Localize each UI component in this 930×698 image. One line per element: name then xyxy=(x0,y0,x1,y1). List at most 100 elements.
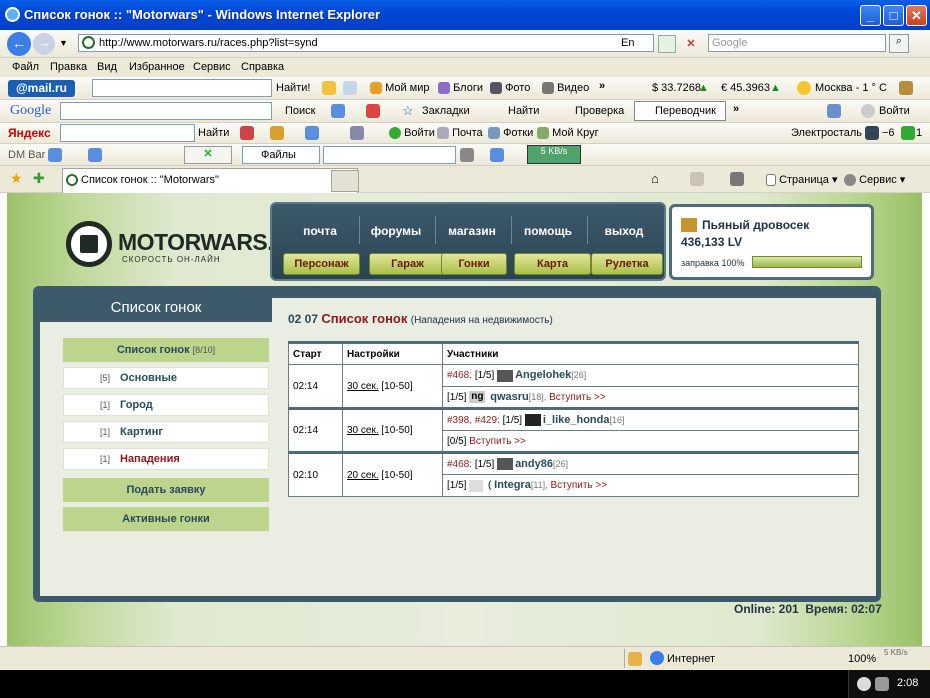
dm-select[interactable] xyxy=(323,146,456,164)
race-settings-link[interactable]: 20 сек. xyxy=(347,470,379,481)
nav-roulette-button[interactable]: Рулетка xyxy=(591,253,663,275)
translator-button[interactable]: Переводчик xyxy=(634,101,726,121)
user-name[interactable]: Пьяный дровосек xyxy=(702,218,809,232)
join-race-link[interactable]: Вступить >> xyxy=(549,392,606,403)
nav-exit[interactable]: выход xyxy=(589,224,659,238)
tools-menu[interactable]: Сервис ▾ xyxy=(844,173,905,187)
menu-tools[interactable]: Сервис xyxy=(193,61,231,73)
nav-character-button[interactable]: Персонаж xyxy=(283,253,360,275)
mailru-find-button[interactable]: Найти! xyxy=(276,82,310,94)
mailru-video[interactable]: Видео xyxy=(542,82,589,95)
race-settings-link[interactable]: 30 сек. xyxy=(347,381,379,392)
tray-icon[interactable] xyxy=(875,677,889,691)
maximize-button[interactable]: □ xyxy=(883,5,904,26)
mailru-blogs[interactable]: Блоги xyxy=(438,82,483,95)
tab-current[interactable]: Список гонок :: "Motorwars" xyxy=(62,168,358,193)
dm-cancel-icon[interactable]: ✕ xyxy=(184,146,232,164)
more-icon[interactable]: » xyxy=(599,80,605,92)
block-icon[interactable] xyxy=(366,104,380,118)
google-find[interactable]: Найти xyxy=(508,105,539,117)
zoom-control[interactable]: 100% xyxy=(848,653,876,665)
spellcheck-icon[interactable] xyxy=(350,126,364,140)
menu-favorites[interactable]: Избранное xyxy=(129,61,185,73)
yandex-mail[interactable]: Почта xyxy=(437,127,483,140)
new-tab-button[interactable] xyxy=(331,170,359,192)
active-races-button[interactable]: Активные гонки xyxy=(63,507,269,531)
nav-map-button[interactable]: Карта xyxy=(514,253,591,275)
menu-file[interactable]: Файл xyxy=(12,61,39,73)
minimize-button[interactable]: _ xyxy=(860,5,881,26)
stop-icon[interactable]: ✕ xyxy=(682,35,700,53)
player-link[interactable]: qwasru xyxy=(490,391,529,403)
yandex-login[interactable]: Войти xyxy=(389,127,435,140)
nav-mail[interactable]: почта xyxy=(285,224,355,238)
yandex-search-input[interactable] xyxy=(60,124,195,142)
plus-icon[interactable] xyxy=(331,104,345,118)
home-icon[interactable]: ⌂ xyxy=(651,171,659,186)
nav-shop[interactable]: магазин xyxy=(437,224,507,238)
download-icon[interactable] xyxy=(490,148,504,162)
dm-icon[interactable] xyxy=(48,148,62,162)
player-link[interactable]: Integra xyxy=(494,479,531,491)
rss-icon[interactable] xyxy=(690,172,704,186)
chat-icon[interactable] xyxy=(305,126,319,140)
nav-forums[interactable]: форумы xyxy=(361,224,431,238)
pencil-icon[interactable] xyxy=(322,81,336,95)
marker-icon[interactable] xyxy=(240,126,254,140)
google-login[interactable]: Войти xyxy=(879,105,910,117)
nav-races-button[interactable]: Гонки xyxy=(441,253,507,275)
star-icon[interactable]: ☆ xyxy=(402,103,414,119)
player-link[interactable]: Angelohek xyxy=(515,369,571,381)
google-search-button[interactable]: Поиск xyxy=(285,105,315,117)
window-icon[interactable] xyxy=(343,81,357,95)
page-menu[interactable]: Страница ▾ xyxy=(766,173,838,187)
tray-icon[interactable] xyxy=(857,677,871,691)
search-icon[interactable]: ⌕ xyxy=(889,34,909,53)
yandex-photos[interactable]: Фотки xyxy=(488,127,533,140)
menu-help[interactable]: Справка xyxy=(241,61,284,73)
google-spellcheck[interactable]: Проверка xyxy=(575,105,624,117)
menu-edit[interactable]: Правка xyxy=(50,61,87,73)
forward-icon[interactable]: → xyxy=(33,33,55,55)
player-link[interactable]: i_like_honda xyxy=(543,414,610,426)
search-input[interactable]: Google xyxy=(708,34,886,52)
races-table: Старт Настройки Участники 02:14 30 сек. … xyxy=(288,341,859,497)
print-icon[interactable] xyxy=(730,172,744,186)
left-item-attacks[interactable]: [1] Нападения xyxy=(63,448,269,470)
search-icon[interactable] xyxy=(460,148,474,162)
bulb-icon[interactable] xyxy=(270,126,284,140)
google-search-input[interactable] xyxy=(60,102,272,120)
close-button[interactable]: ✕ xyxy=(906,5,927,26)
left-item-karting[interactable]: [1] Картинг xyxy=(63,421,269,443)
mailru-logo[interactable]: @mail.ru xyxy=(8,80,75,97)
history-dropdown-icon[interactable]: ▼ xyxy=(59,38,68,48)
nav-garage-button[interactable]: Гараж xyxy=(369,253,446,275)
refresh-icon[interactable] xyxy=(658,35,676,53)
favorites-star-icon[interactable]: ★ xyxy=(10,170,23,187)
left-item-city[interactable]: [1] Город xyxy=(63,394,269,416)
wrench-icon[interactable] xyxy=(827,104,841,118)
mailru-myworld[interactable]: Мой мир xyxy=(370,82,430,95)
race-settings-link[interactable]: 30 сек. xyxy=(347,425,379,436)
yandex-find-button[interactable]: Найти xyxy=(198,127,229,139)
menu-view[interactable]: Вид xyxy=(97,61,117,73)
submit-request-button[interactable]: Подать заявку xyxy=(63,478,269,502)
address-input[interactable]: http://www.motorwars.ru/races.php?list=s… xyxy=(78,34,654,52)
google-bookmarks[interactable]: Закладки xyxy=(422,105,470,117)
mailru-photo[interactable]: Фото xyxy=(490,82,530,95)
more-icon[interactable]: » xyxy=(733,103,739,115)
left-races-list[interactable]: Список гонок [8/10] xyxy=(63,338,269,362)
nav-help[interactable]: помощь xyxy=(513,224,583,238)
files-dropdown[interactable]: Файлы xyxy=(242,146,320,164)
dm-icon[interactable] xyxy=(88,148,102,162)
settings-icon[interactable] xyxy=(899,81,913,95)
left-item-main[interactable]: [5] Основные xyxy=(63,367,269,389)
join-race-link[interactable]: Вступить >> xyxy=(469,436,526,447)
add-favorite-icon[interactable]: ✚ xyxy=(33,170,45,187)
site-logo[interactable]: MOTORWARS.RU СКОРОСТЬ ОН-ЛАЙН xyxy=(34,203,306,283)
mailru-search-input[interactable] xyxy=(92,79,272,97)
join-race-link[interactable]: Вступить >> xyxy=(550,480,607,491)
player-link[interactable]: andy86 xyxy=(515,458,553,470)
yandex-circle[interactable]: Мой Круг xyxy=(537,127,599,140)
back-icon[interactable]: ← xyxy=(7,32,31,56)
